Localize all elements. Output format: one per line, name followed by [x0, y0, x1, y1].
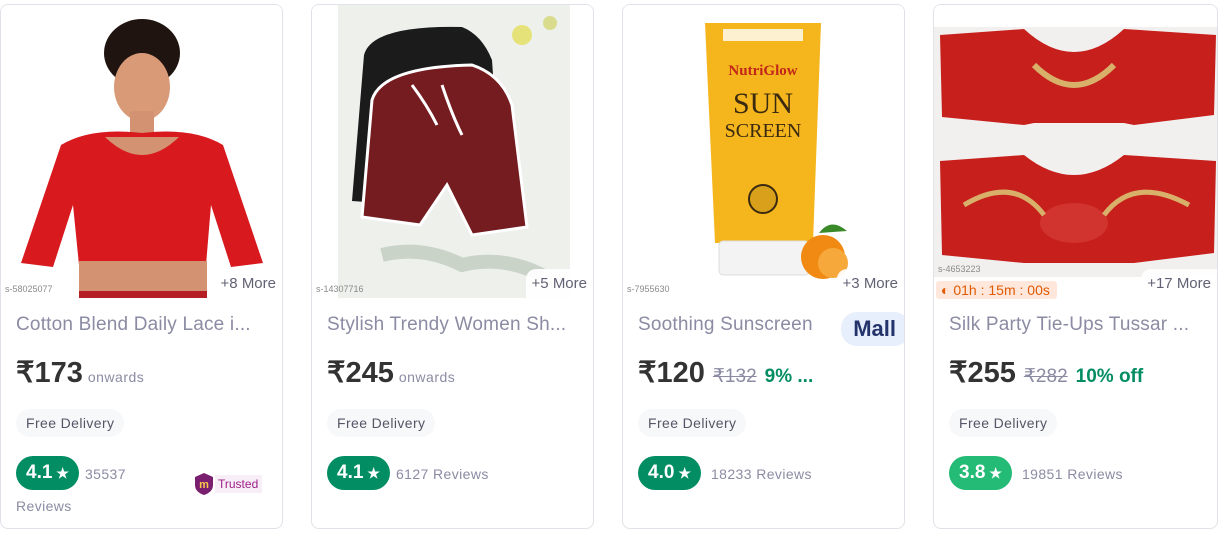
product-image[interactable]: s-4653223 +17 More — [934, 5, 1217, 298]
reviews-label: Reviews — [16, 498, 72, 514]
product-sku: s-7955630 — [627, 284, 670, 294]
product-price: ₹120 — [638, 357, 705, 389]
original-price: ₹132 — [712, 366, 757, 387]
onwards-label: onwards — [398, 369, 456, 385]
original-price: ₹282 — [1023, 366, 1068, 387]
price-row: ₹245 onwards — [327, 355, 455, 390]
star-icon: ★ — [989, 464, 1002, 481]
product-title[interactable]: Stylish Trendy Women Sh... — [327, 314, 583, 336]
product-sku: s-58025077 — [5, 284, 53, 294]
product-title[interactable]: Cotton Blend Daily Lace i... — [16, 314, 272, 336]
svg-text:SCREEN: SCREEN — [725, 120, 802, 142]
product-card[interactable]: NutriGlow SUN SCREEN s-7955630 +3 More S… — [622, 4, 905, 529]
price-row: ₹173 onwards — [16, 355, 144, 390]
timer-value: 01h : 15m : 00s — [953, 282, 1050, 298]
product-photo-shorts — [312, 5, 593, 298]
more-variants-label[interactable]: +17 More — [1141, 269, 1217, 298]
free-delivery-badge: Free Delivery — [949, 409, 1058, 437]
product-sku: s-4653223 — [938, 264, 981, 274]
product-photo-silk-blouse — [934, 5, 1217, 298]
trusted-shield-icon: m — [195, 473, 213, 495]
price-row: ₹255 ₹282 10% off — [949, 355, 1143, 390]
product-photo-sunscreen: NutriGlow SUN SCREEN — [623, 5, 904, 298]
product-title[interactable]: Soothing Sunscreen — [638, 314, 828, 336]
product-photo-blouse — [1, 5, 282, 298]
star-icon: ★ — [56, 464, 69, 481]
rating-value: 3.8 — [959, 462, 986, 483]
free-delivery-badge: Free Delivery — [327, 409, 436, 437]
discount-label: 9% ... — [764, 366, 814, 387]
free-delivery-badge: Free Delivery — [638, 409, 747, 437]
trusted-badge: m Trusted — [195, 473, 263, 495]
product-price: ₹173 — [16, 357, 83, 389]
product-price: ₹255 — [949, 357, 1016, 389]
product-price: ₹245 — [327, 357, 394, 389]
reviews-count: 6127 Reviews — [396, 466, 489, 482]
rating-badge: 3.8 ★ — [949, 456, 1012, 490]
product-card[interactable]: s-4653223 +17 More ◐ 01h : 15m : 00s Sil… — [933, 4, 1218, 529]
rating-badge: 4.0 ★ — [638, 456, 701, 490]
product-card[interactable]: s-58025077 +8 More Cotton Blend Daily La… — [0, 4, 283, 529]
more-variants-label[interactable]: +3 More — [836, 269, 904, 298]
product-sku: s-14307716 — [316, 284, 364, 294]
mall-badge: Mall — [841, 312, 904, 346]
rating-value: 4.1 — [26, 462, 53, 483]
deal-timer: ◐ 01h : 15m : 00s — [936, 281, 1057, 299]
trusted-label: Trusted — [215, 475, 263, 493]
product-image[interactable]: s-14307716 +5 More — [312, 5, 593, 298]
product-image[interactable]: NutriGlow SUN SCREEN s-7955630 +3 More — [623, 5, 904, 298]
free-delivery-badge: Free Delivery — [16, 409, 125, 437]
svg-text:NutriGlow: NutriGlow — [728, 63, 797, 79]
product-card[interactable]: s-14307716 +5 More Stylish Trendy Women … — [311, 4, 594, 529]
timer-icon: ◐ — [941, 282, 954, 298]
discount-label: 10% off — [1075, 366, 1144, 387]
rating-badge: 4.1 ★ — [327, 456, 390, 490]
product-title[interactable]: Silk Party Tie-Ups Tussar ... — [949, 314, 1205, 336]
more-variants-label[interactable]: +8 More — [214, 269, 282, 298]
reviews-count: 35537 — [85, 466, 126, 482]
onwards-label: onwards — [87, 369, 145, 385]
rating-badge: 4.1 ★ — [16, 456, 79, 490]
rating-value: 4.1 — [337, 462, 364, 483]
star-icon: ★ — [367, 464, 380, 481]
reviews-count: 19851 Reviews — [1022, 466, 1123, 482]
svg-text:SUN: SUN — [733, 87, 793, 120]
star-icon: ★ — [678, 464, 691, 481]
more-variants-label[interactable]: +5 More — [525, 269, 593, 298]
svg-text:m: m — [199, 479, 209, 491]
rating-value: 4.0 — [648, 462, 675, 483]
product-image[interactable]: s-58025077 +8 More — [1, 5, 282, 298]
reviews-count: 18233 Reviews — [711, 466, 812, 482]
price-row: ₹120 ₹132 9% ... — [638, 355, 813, 390]
